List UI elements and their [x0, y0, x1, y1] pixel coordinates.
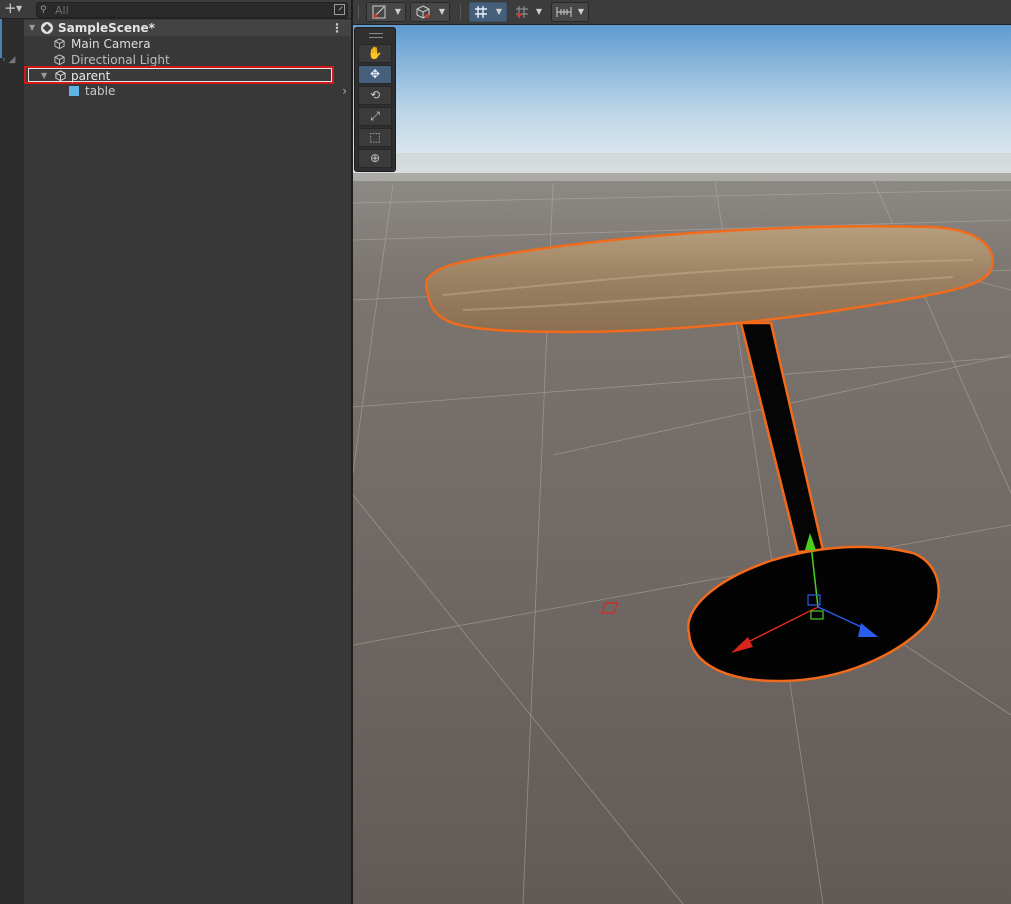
hierarchy-item-label: table [85, 86, 116, 98]
search-filter-icon[interactable] [334, 4, 345, 15]
move-tool-button[interactable]: ✥ [358, 65, 392, 84]
unity-scene-icon [41, 22, 53, 34]
shading-button[interactable]: ▼ [410, 2, 450, 22]
grid-toggle-button[interactable]: ▼ [469, 2, 507, 22]
hierarchy-item-label: Main Camera [71, 37, 151, 51]
scene-name: SampleScene* [58, 21, 155, 35]
more-options-icon[interactable]: ⋮ [331, 20, 343, 36]
ruler-icon [556, 7, 572, 17]
hierarchy-search[interactable]: ⚲ [36, 2, 348, 18]
collapse-arrow-icon[interactable]: ▼ [29, 20, 35, 36]
draw-mode-icon [372, 5, 386, 19]
chevron-down-icon: ▼ [438, 7, 445, 16]
search-icon: ⚲ [40, 5, 47, 15]
chevron-down-icon: ▼ [495, 7, 502, 16]
gameobject-cube-icon [54, 38, 65, 49]
rect-tool-button[interactable]: ⬚ [358, 128, 392, 147]
chevron-right-icon[interactable]: › [342, 86, 347, 98]
chevron-down-icon: ▼ [394, 7, 401, 16]
tool-palette: ✋ ✥ ⟲ ⤢ ⬚ ⊕ [354, 27, 396, 172]
scale-icon: ⤢ [370, 109, 380, 123]
gameobject-cube-icon [55, 70, 66, 81]
plus-icon: + [4, 0, 17, 17]
scene-viewport[interactable] [353, 25, 1011, 904]
skybox [353, 25, 1011, 175]
hierarchy-item-table[interactable]: table › [24, 86, 351, 98]
toolbar-separator [460, 5, 461, 19]
chevron-down-icon: ▼ [535, 7, 542, 16]
hand-tool-button[interactable]: ✋ [358, 44, 392, 63]
hierarchy-item-main-camera[interactable]: Main Camera [24, 36, 351, 52]
transform-icon: ⊕ [369, 151, 381, 165]
hierarchy-gutter [0, 18, 24, 904]
palette-grip-icon[interactable] [369, 33, 383, 38]
horizon-haze [353, 153, 1011, 181]
expand-arrow-icon[interactable]: ▼ [41, 68, 47, 84]
search-input[interactable] [55, 3, 325, 17]
scale-tool-button[interactable]: ⤢ [358, 107, 392, 126]
scene-toolbar: ▼ ▼ ▼ ▼ ▼ [353, 0, 1011, 25]
hierarchy-toolbar: + ▼ ⚲ [0, 0, 351, 19]
prefab-cube-icon [69, 86, 79, 96]
scene-row[interactable]: ▼ SampleScene* ⋮ [24, 20, 351, 36]
scene-render[interactable] [353, 25, 1011, 904]
transform-tool-button[interactable]: ⊕ [358, 149, 392, 168]
hand-icon: ✋ [367, 46, 383, 60]
grid-icon [475, 6, 487, 18]
draw-mode-button[interactable]: ▼ [366, 2, 406, 22]
rect-icon: ⬚ [369, 130, 381, 144]
add-object-button[interactable]: + ▼ [2, 0, 26, 17]
hierarchy-item-parent[interactable]: ▼ parent [24, 66, 351, 86]
visibility-toggle-icon[interactable]: › ◢ [2, 52, 15, 68]
hierarchy-panel: + ▼ ⚲ ▼ SampleScene* ⋮ Main Camera › ◢ D… [0, 0, 351, 904]
increment-snap-button[interactable]: ▼ [551, 2, 589, 22]
toolbar-separator [358, 5, 359, 19]
move-icon: ✥ [369, 67, 381, 81]
chevron-down-icon: ▼ [577, 7, 584, 16]
gameobject-cube-icon [54, 54, 65, 65]
snap-settings-button[interactable]: ▼ [511, 2, 547, 22]
shading-cube-icon [416, 5, 430, 19]
hierarchy-item-label: parent [71, 69, 111, 83]
snap-grid-icon [516, 6, 528, 18]
rotate-icon: ⟲ [369, 88, 381, 102]
chevron-down-icon: ▼ [16, 4, 23, 13]
rotate-tool-button[interactable]: ⟲ [358, 86, 392, 105]
